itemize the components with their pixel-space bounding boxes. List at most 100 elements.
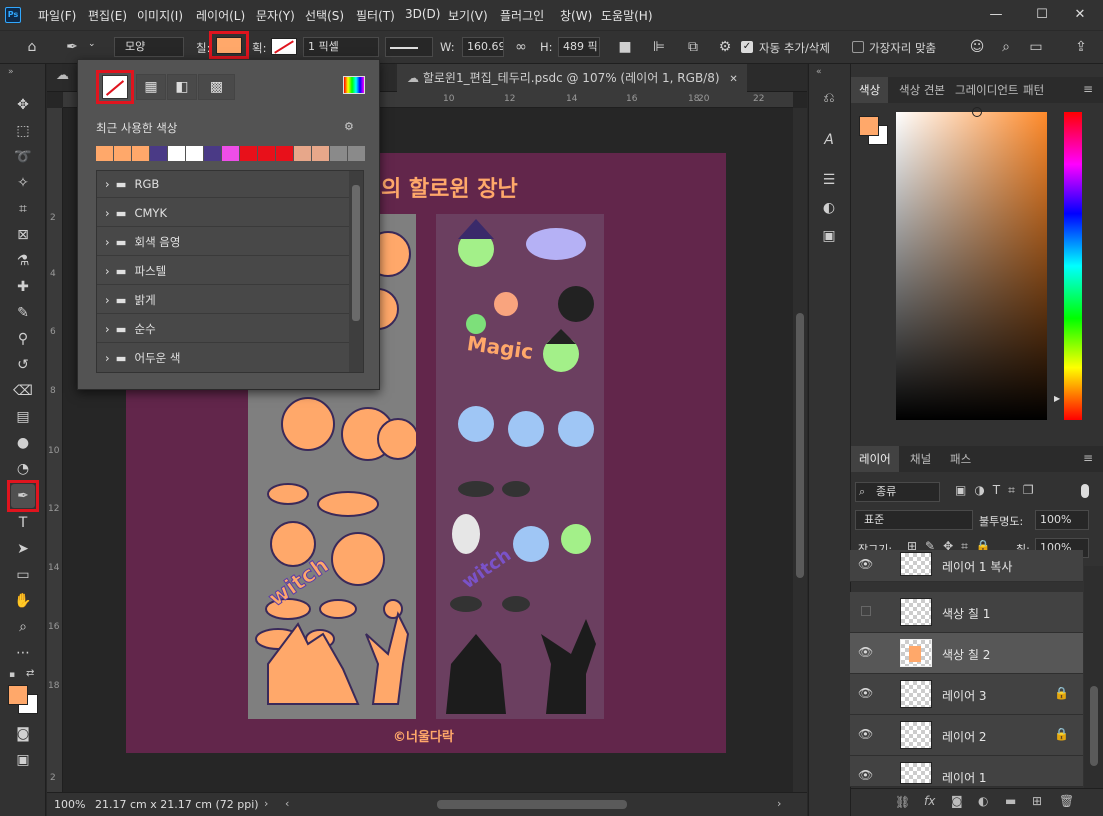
vertical-scrollbar[interactable] [793, 108, 807, 792]
dodge-tool-icon[interactable]: ◔ [11, 457, 35, 481]
color-picker-cursor[interactable] [972, 107, 982, 117]
height-field[interactable]: 489 픽 [558, 37, 600, 57]
menu-3d[interactable]: 3D(D) [405, 7, 440, 21]
folder-row[interactable]: › ▬ RGB [97, 171, 349, 198]
lasso-tool-icon[interactable]: ➰ [11, 145, 35, 169]
screen-mode-icon[interactable]: ▣ [11, 748, 35, 772]
opacity-field[interactable]: 100% [1035, 510, 1089, 530]
mask-icon[interactable]: ◙ [951, 794, 963, 808]
workspace-icon[interactable]: ▭ [1026, 37, 1046, 57]
adjustment-layer-icon[interactable]: ◐ [978, 794, 988, 808]
pattern-button[interactable]: ▩ [198, 74, 235, 100]
default-colors-icon[interactable]: ▪ [9, 670, 15, 680]
fill-color-swatch[interactable] [216, 37, 242, 54]
tab-swatches[interactable]: 색상 견본 [891, 77, 953, 103]
libraries-panel-icon[interactable]: ▣ [819, 226, 839, 246]
layers-scrollbar[interactable] [1084, 566, 1103, 788]
menu-window[interactable]: 창(W) [560, 7, 592, 24]
layer-row-selected[interactable]: 👁 색상 칠 2 [850, 633, 1083, 674]
more-tools-icon[interactable]: ⋯ [11, 641, 35, 665]
recent-color-swatch[interactable] [294, 146, 311, 161]
close-window-button[interactable]: ✕ [1057, 0, 1103, 30]
vertical-scroll-thumb[interactable] [796, 313, 804, 578]
crop-tool-icon[interactable]: ⌗ [11, 197, 35, 221]
recent-color-swatch[interactable] [114, 146, 131, 161]
adjustments-panel-icon[interactable]: ◐ [819, 198, 839, 218]
fx-icon[interactable]: fx [924, 794, 935, 808]
frame-tool-icon[interactable]: ⊠ [11, 223, 35, 247]
recent-color-swatch[interactable] [330, 146, 347, 161]
scroll-right-icon[interactable]: › [777, 797, 781, 810]
tab-layers[interactable]: 레이어 [851, 446, 899, 472]
folder-scroll-thumb[interactable] [352, 185, 360, 321]
character-panel-icon[interactable]: A [819, 130, 839, 150]
move-tool-icon[interactable]: ✥ [11, 93, 35, 117]
brush-tool-icon[interactable]: ✎ [11, 301, 35, 325]
chevron-down-icon[interactable]: ⌄ [88, 39, 96, 49]
marquee-tool-icon[interactable]: ⬚ [11, 119, 35, 143]
stroke-width-field[interactable]: 1 픽셀 [303, 37, 379, 57]
blend-mode-select[interactable]: 표준 [855, 510, 973, 530]
account-icon[interactable]: ☺ [967, 37, 987, 57]
recent-color-swatch[interactable] [258, 146, 275, 161]
stroke-type-select[interactable] [385, 37, 433, 57]
recent-color-swatch[interactable] [276, 146, 293, 161]
menu-select[interactable]: 선택(S) [305, 7, 344, 24]
new-layer-icon[interactable]: ⊞ [1032, 794, 1042, 808]
gradient-button[interactable]: ◧ [167, 74, 197, 100]
recent-color-swatch[interactable] [132, 146, 149, 161]
clone-stamp-tool-icon[interactable]: ⚲ [11, 327, 35, 351]
menu-help[interactable]: 도움말(H) [601, 7, 653, 24]
menu-view[interactable]: 보기(V) [448, 7, 488, 24]
hue-slider-handle-icon[interactable]: ▶ [1054, 394, 1060, 403]
layer-row[interactable]: 👁 레이어 2 🔒 [850, 715, 1083, 756]
collapse-arrows-icon[interactable]: » [8, 67, 14, 77]
type-tool-icon[interactable]: T [11, 511, 35, 535]
tab-color[interactable]: 색상 [851, 77, 889, 103]
eraser-tool-icon[interactable]: ⌫ [11, 379, 35, 403]
color-picker-icon[interactable] [343, 76, 365, 94]
eye-icon[interactable]: 👁 [858, 727, 873, 741]
recent-color-swatch[interactable] [204, 146, 221, 161]
rectangle-tool-icon[interactable]: ▭ [11, 563, 35, 587]
eye-icon[interactable]: 👁 [858, 768, 873, 782]
folder-list-scrollbar[interactable] [349, 171, 363, 372]
stroke-color-swatch[interactable] [271, 38, 297, 55]
folder-row[interactable]: › ▬ 순수 [97, 316, 349, 343]
layers-scroll-thumb[interactable] [1090, 686, 1098, 766]
swap-colors-icon[interactable]: ⇄ [26, 668, 34, 679]
panel-menu-icon[interactable]: ≡ [1083, 82, 1093, 96]
tab-close-icon[interactable]: ✕ [729, 74, 737, 85]
layer-row[interactable]: 색상 칠 1 [850, 592, 1083, 633]
menu-file[interactable]: 파일(F) [38, 7, 76, 24]
trash-icon[interactable]: 🗑 [1059, 794, 1074, 808]
path-operations-icon[interactable]: ■ [615, 37, 635, 57]
search-icon[interactable]: ⌕ [996, 37, 1016, 57]
menu-layer[interactable]: 레이어(L) [196, 7, 245, 24]
zoom-tool-icon[interactable]: ⌕ [11, 615, 35, 639]
gear-icon[interactable]: ⚙ [344, 120, 354, 133]
recent-color-swatch[interactable] [96, 146, 113, 161]
recent-color-swatch[interactable] [168, 146, 185, 161]
folder-row[interactable]: › ▬ 어두운 색 [97, 345, 349, 372]
layer-filter-icons[interactable]: ▣◑T⌗❐ [955, 483, 1042, 498]
menu-type[interactable]: 문자(Y) [256, 7, 295, 24]
recent-color-swatch[interactable] [186, 146, 203, 161]
folder-row[interactable]: › ▬ CMYK [97, 200, 349, 227]
layer-filter-select[interactable]: 종류 [855, 482, 940, 502]
history-brush-tool-icon[interactable]: ↺ [11, 353, 35, 377]
pen-tool-icon[interactable]: ✒ [62, 37, 82, 57]
expand-arrows-icon[interactable]: « [816, 67, 822, 77]
folder-row[interactable]: › ▬ 밝게 [97, 287, 349, 314]
eyedropper-tool-icon[interactable]: ⚗ [11, 249, 35, 273]
group-icon[interactable]: ▬ [1005, 794, 1016, 808]
mode-select[interactable]: 모양 [114, 37, 184, 57]
filter-toggle[interactable] [1081, 484, 1089, 498]
blur-tool-icon[interactable]: ● [11, 431, 35, 455]
properties-panel-icon[interactable]: ☰ [819, 170, 839, 190]
healing-brush-tool-icon[interactable]: ✚ [11, 275, 35, 299]
tab-channels[interactable]: 채널 [902, 446, 939, 472]
link-layers-icon[interactable]: ⛓ [895, 795, 910, 809]
foreground-color-swatch[interactable] [8, 685, 28, 705]
recent-color-swatch[interactable] [150, 146, 167, 161]
